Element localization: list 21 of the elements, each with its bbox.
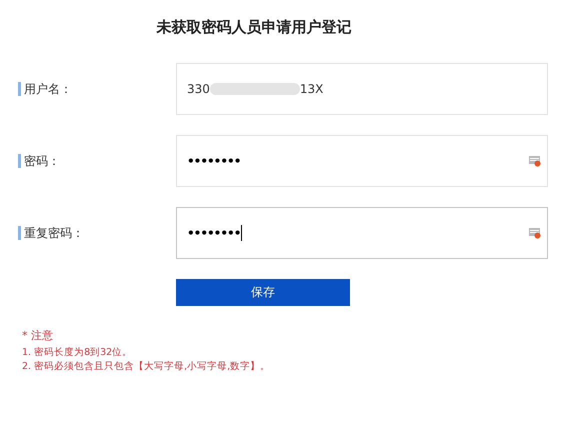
keyboard-icon[interactable]: [529, 228, 541, 239]
input-field[interactable]: ••••••••: [176, 135, 548, 187]
notice-item: 1. 密码长度为8到32位。: [22, 346, 134, 360]
input-field[interactable]: ••••••••: [176, 207, 548, 259]
label-marker: [18, 82, 21, 96]
password-dots: ••••••••: [187, 226, 240, 240]
field-label: 用户名：: [24, 80, 72, 98]
notice-heading: * 注意: [22, 328, 54, 343]
text-caret: [241, 225, 242, 241]
field-value: 330: [187, 82, 210, 96]
label-marker: [18, 154, 21, 168]
form-title: 未获取密码人员申请用户登记: [155, 18, 352, 38]
input-field[interactable]: 330 13X: [176, 63, 548, 115]
save-button[interactable]: 保存: [176, 279, 350, 306]
field-value: 13X: [300, 82, 324, 96]
keyboard-icon[interactable]: [529, 156, 541, 167]
field-label: 重复密码：: [24, 224, 84, 242]
notice-item: 2. 密码必须包含且只包含【大写字母,小写字母,数字】。: [22, 360, 272, 374]
label-marker: [18, 226, 21, 240]
password-dots: ••••••••: [187, 154, 240, 168]
field-label: 密码：: [24, 152, 60, 170]
